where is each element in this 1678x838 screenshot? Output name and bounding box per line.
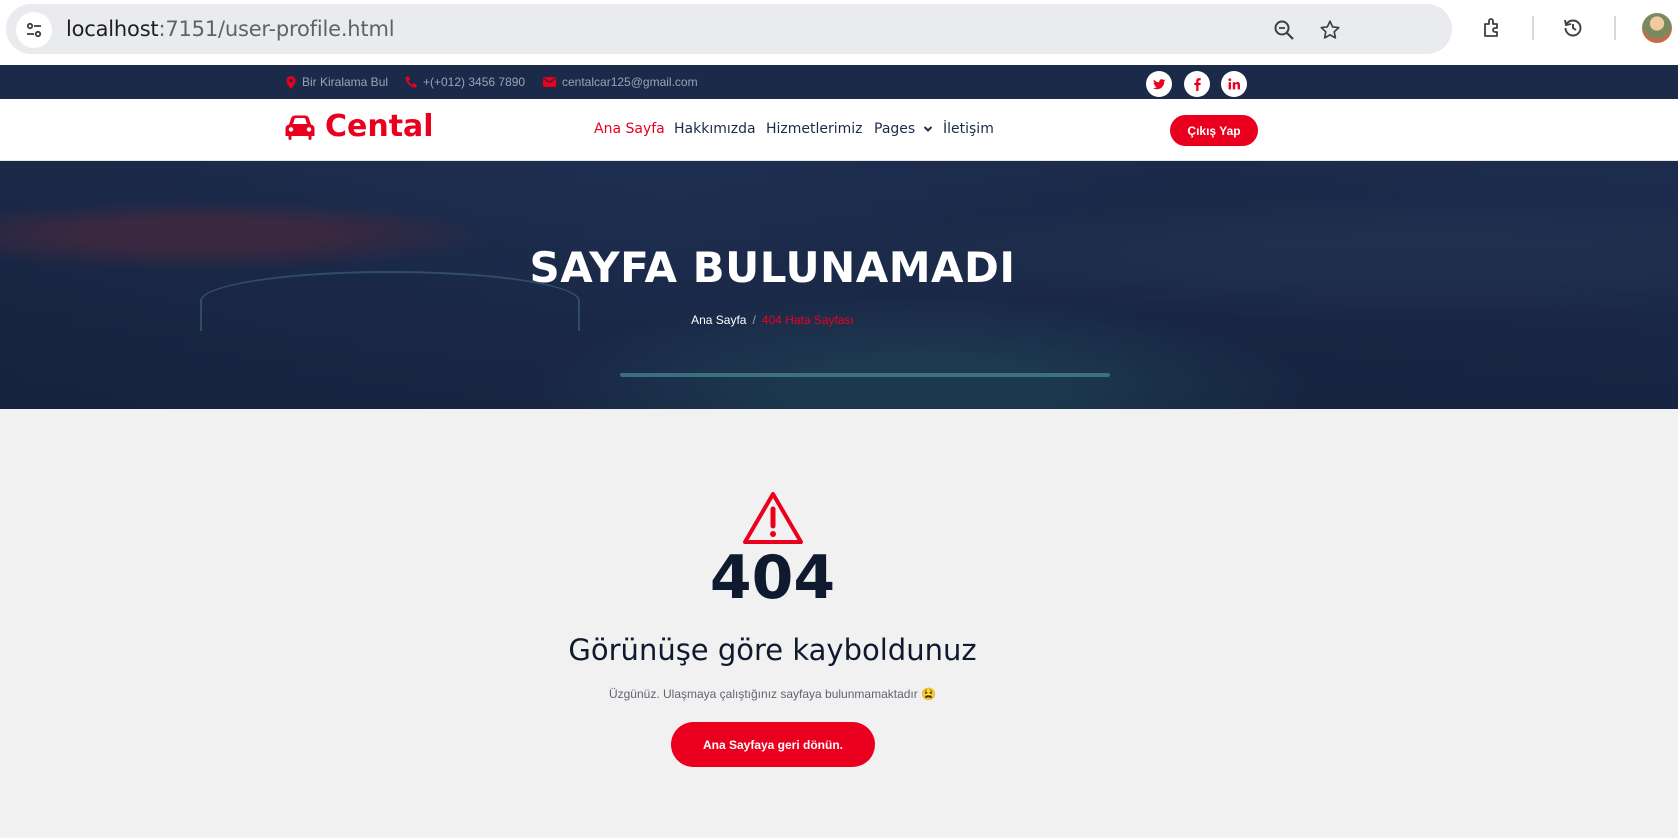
error-subtitle: Görünüşe göre kayboldunuz [568, 633, 977, 667]
breadcrumb-current: 404 Hata Sayfası [761, 313, 854, 327]
nav-link-about[interactable]: Hakkımızda [674, 121, 756, 137]
nav-link-pages-label: Pages [874, 121, 916, 137]
breadcrumb-home[interactable]: Ana Sayfa [691, 313, 746, 327]
envelope-icon [543, 77, 556, 87]
address-info: Bir Kiralama Bul [286, 75, 388, 89]
profile-avatar[interactable] [1642, 13, 1672, 43]
map-pin-icon [286, 75, 296, 89]
toolbar-divider [1532, 16, 1534, 40]
page-header-banner: SAYFA BULUNAMADI Ana Sayfa / 404 Hata Sayf… [0, 161, 1678, 409]
url-text[interactable]: localhost:7151/user-profile.html [66, 17, 395, 41]
toolbar-divider [1614, 16, 1616, 40]
phone-icon [405, 76, 417, 87]
twitter-icon [1152, 78, 1165, 89]
phone-text: +(+012) 3456 7890 [423, 75, 526, 89]
page-title: SAYFA BULUNAMADI [529, 243, 1016, 292]
breadcrumb: Ana Sayfa / 404 Hata Sayfası [0, 313, 1545, 327]
facebook-icon [1193, 77, 1201, 91]
address-bar[interactable]: localhost:7151/user-profile.html [6, 4, 1452, 54]
warning-triangle-icon [743, 492, 803, 544]
email-info[interactable]: centalcar125@gmail.com [543, 75, 698, 89]
breadcrumb-separator: / [752, 313, 756, 327]
brand-name: Cental [325, 109, 434, 144]
error-message: Üzgünüz. Ulaşmaya çalıştığınız sayfaya b… [608, 687, 937, 701]
address-text: Bir Kiralama Bul [302, 75, 389, 89]
nav-link-services[interactable]: Hizmetlerimiz [766, 121, 863, 137]
url-path: :7151/user-profile.html [158, 17, 395, 41]
banner-decoration [620, 373, 1110, 377]
car-icon [285, 115, 315, 140]
logout-button[interactable]: Çıkış Yap [1170, 115, 1258, 146]
zoom-icon[interactable] [1272, 18, 1296, 42]
nav-link-contact[interactable]: İletişim [943, 121, 994, 137]
brand-logo[interactable]: Cental [285, 109, 434, 144]
top-info-bar: Bir Kiralama Bul +(+012) 3456 7890 centa… [0, 65, 1678, 99]
browser-toolbar: localhost:7151/user-profile.html [0, 0, 1678, 65]
bookmark-star-icon[interactable] [1318, 18, 1342, 42]
email-text: centalcar125@gmail.com [562, 75, 698, 89]
history-icon[interactable] [1560, 15, 1586, 41]
linkedin-button[interactable] [1221, 71, 1247, 97]
twitter-button[interactable] [1146, 71, 1172, 97]
url-host: localhost [66, 17, 159, 41]
phone-info[interactable]: +(+012) 3456 7890 [404, 75, 525, 89]
extensions-icon[interactable] [1480, 15, 1506, 41]
linkedin-icon [1228, 78, 1240, 90]
back-home-button[interactable]: Ana Sayfaya geri dönün. [671, 722, 875, 767]
nav-link-pages[interactable]: Pages [874, 121, 933, 137]
facebook-button[interactable] [1184, 71, 1210, 97]
main-navbar: Cental Ana Sayfa Hakkımızda Hizmetlerimi… [0, 99, 1678, 161]
error-code: 404 [709, 543, 836, 613]
chevron-down-icon [923, 126, 932, 132]
error-section: 404 Görünüşe göre kayboldunuz Üzgünüz. U… [0, 409, 1678, 838]
nav-link-home[interactable]: Ana Sayfa [594, 121, 665, 137]
site-info-icon[interactable] [16, 12, 52, 48]
